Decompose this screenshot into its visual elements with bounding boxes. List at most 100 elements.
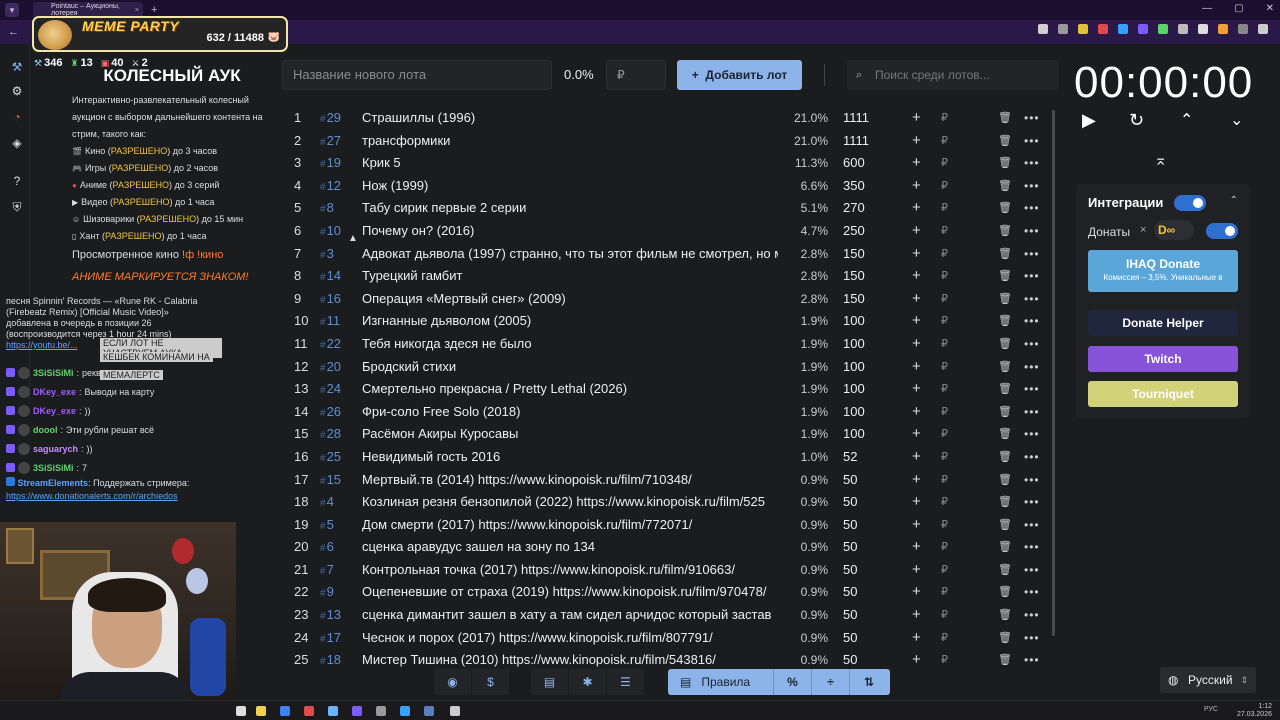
- app-icon[interactable]: [280, 706, 290, 716]
- lot-amount[interactable]: 50: [843, 491, 857, 513]
- add-amount-icon[interactable]: +: [912, 491, 921, 513]
- extension-icon[interactable]: [1138, 24, 1148, 34]
- lot-name[interactable]: сценка аравудус зашел на зону по 134: [362, 536, 778, 558]
- donations-toggle[interactable]: [1206, 223, 1238, 239]
- chat-username[interactable]: StreamElements: [18, 478, 89, 488]
- add-amount-icon[interactable]: +: [912, 401, 921, 423]
- trash-icon[interactable]: 🗑: [998, 423, 1012, 445]
- tourniquet-button[interactable]: Tourniquet: [1088, 381, 1238, 407]
- more-options-icon[interactable]: •••: [1024, 423, 1040, 445]
- ruble-icon[interactable]: ₽: [941, 130, 948, 152]
- play-icon[interactable]: ▶: [1082, 110, 1096, 131]
- more-options-icon[interactable]: •••: [1024, 446, 1040, 468]
- trash-icon[interactable]: 🗑: [998, 310, 1012, 332]
- lot-search-input[interactable]: ⌕ Поиск среди лотов...: [847, 60, 1059, 90]
- add-amount-icon[interactable]: +: [912, 310, 921, 332]
- ruble-icon[interactable]: ₽: [941, 288, 948, 310]
- app-icon[interactable]: [376, 706, 386, 716]
- trash-icon[interactable]: 🗑: [998, 536, 1012, 558]
- add-amount-icon[interactable]: +: [912, 220, 921, 242]
- extension-icon[interactable]: [1078, 24, 1088, 34]
- browser-menu-icon[interactable]: [1258, 24, 1268, 34]
- add-amount-icon[interactable]: +: [912, 243, 921, 265]
- lot-name[interactable]: Адвокат дьявола (1997) странно, что ты э…: [362, 243, 778, 265]
- more-options-icon[interactable]: •••: [1024, 333, 1040, 355]
- tab-menu-icon[interactable]: ▾: [5, 3, 19, 17]
- twitch-button[interactable]: Twitch: [1088, 346, 1238, 372]
- chat-username[interactable]: doool: [33, 425, 58, 435]
- app-icon[interactable]: [424, 706, 434, 716]
- app-icon[interactable]: [450, 706, 460, 716]
- add-amount-icon[interactable]: +: [912, 581, 921, 603]
- lot-name[interactable]: Табу сирик первые 2 серии: [362, 197, 778, 219]
- add-amount-icon[interactable]: +: [912, 152, 921, 174]
- more-options-icon[interactable]: •••: [1024, 581, 1040, 603]
- trash-icon[interactable]: 🗑: [998, 152, 1012, 174]
- ruble-icon[interactable]: ₽: [941, 378, 948, 400]
- more-options-icon[interactable]: •••: [1024, 356, 1040, 378]
- lot-name[interactable]: Тебя никогда здеся не было: [362, 333, 778, 355]
- layers-icon[interactable]: ◈: [10, 136, 24, 150]
- more-options-icon[interactable]: •••: [1024, 220, 1040, 242]
- lot-name[interactable]: Дом смерти (2017) https://www.kinopoisk.…: [362, 514, 778, 536]
- rules-button[interactable]: ▤ Правила: [668, 669, 774, 695]
- trash-icon[interactable]: 🗑: [998, 243, 1012, 265]
- percent-toggle-button[interactable]: %: [774, 669, 812, 695]
- ruble-icon[interactable]: ₽: [941, 604, 948, 626]
- extension-icon[interactable]: [1158, 24, 1168, 34]
- add-amount-icon[interactable]: +: [912, 288, 921, 310]
- lot-name[interactable]: Изгнанные дьяволом (2005): [362, 310, 778, 332]
- trash-icon[interactable]: 🗑: [998, 356, 1012, 378]
- maximize-button[interactable]: ▢: [1234, 3, 1243, 14]
- more-options-icon[interactable]: •••: [1024, 265, 1040, 287]
- ruble-icon[interactable]: ₽: [941, 536, 948, 558]
- trash-icon[interactable]: 🗑: [998, 378, 1012, 400]
- trash-icon[interactable]: 🗑: [998, 107, 1012, 129]
- ruble-icon[interactable]: ₽: [941, 356, 948, 378]
- add-amount-icon[interactable]: +: [912, 649, 921, 671]
- add-amount-icon[interactable]: +: [912, 130, 921, 152]
- app-icon[interactable]: [400, 706, 410, 716]
- lot-name[interactable]: Турецкий гамбит: [362, 265, 778, 287]
- lot-amount[interactable]: 100: [843, 401, 865, 423]
- lot-amount[interactable]: 50: [843, 581, 857, 603]
- lot-amount[interactable]: 100: [843, 310, 865, 332]
- trash-icon[interactable]: 🗑: [998, 446, 1012, 468]
- trash-icon[interactable]: 🗑: [998, 197, 1012, 219]
- trash-icon[interactable]: 🗑: [998, 491, 1012, 513]
- lot-name[interactable]: сценка димантит зашел в хату а там сидел…: [362, 604, 778, 626]
- tray-language[interactable]: РУС: [1204, 706, 1218, 713]
- trash-icon[interactable]: 🗑: [998, 265, 1012, 287]
- more-options-icon[interactable]: •••: [1024, 649, 1040, 671]
- lot-name[interactable]: Расёмон Акиры Куросавы: [362, 423, 778, 445]
- ruble-icon[interactable]: ₽: [941, 559, 948, 581]
- ruble-icon[interactable]: ₽: [941, 469, 948, 491]
- extension-icon[interactable]: [1218, 24, 1228, 34]
- lot-amount[interactable]: 100: [843, 333, 865, 355]
- lot-amount[interactable]: 50: [843, 469, 857, 491]
- ruble-icon[interactable]: ₽: [941, 265, 948, 287]
- lot-amount[interactable]: 50: [843, 559, 857, 581]
- lot-amount[interactable]: 600: [843, 152, 865, 174]
- github-icon[interactable]: ◉: [434, 669, 472, 695]
- lot-name-input[interactable]: Название нового лота: [282, 60, 552, 90]
- lot-name[interactable]: Оцепеневшие от страха (2019) https://www…: [362, 581, 778, 603]
- lot-name[interactable]: Нож (1999): [362, 175, 778, 197]
- scrollbar[interactable]: [1052, 110, 1055, 636]
- lot-name[interactable]: Крик 5: [362, 152, 778, 174]
- new-tab-button[interactable]: +: [151, 4, 157, 16]
- ruble-icon[interactable]: ₽: [941, 401, 948, 423]
- chevron-up-icon[interactable]: ⌃: [1230, 195, 1238, 206]
- more-options-icon[interactable]: •••: [1024, 175, 1040, 197]
- chat-username[interactable]: 3SiSiSiMi: [33, 463, 74, 473]
- chat-username[interactable]: 3SiSiSiMi: [33, 368, 74, 378]
- lot-name[interactable]: Козлиная резня бензопилой (2022) https:/…: [362, 491, 778, 513]
- lot-name[interactable]: Невидимый гость 2016: [362, 446, 778, 468]
- chevron-up-icon[interactable]: ⌃: [1180, 110, 1193, 130]
- pie-chart-icon[interactable]: ◔: [10, 110, 24, 124]
- minimize-button[interactable]: —: [1202, 3, 1212, 14]
- extension-icon[interactable]: [1058, 24, 1068, 34]
- system-link[interactable]: https://youtu.be/...: [6, 340, 78, 350]
- ruble-icon[interactable]: ₽: [941, 333, 948, 355]
- app-icon[interactable]: [328, 706, 338, 716]
